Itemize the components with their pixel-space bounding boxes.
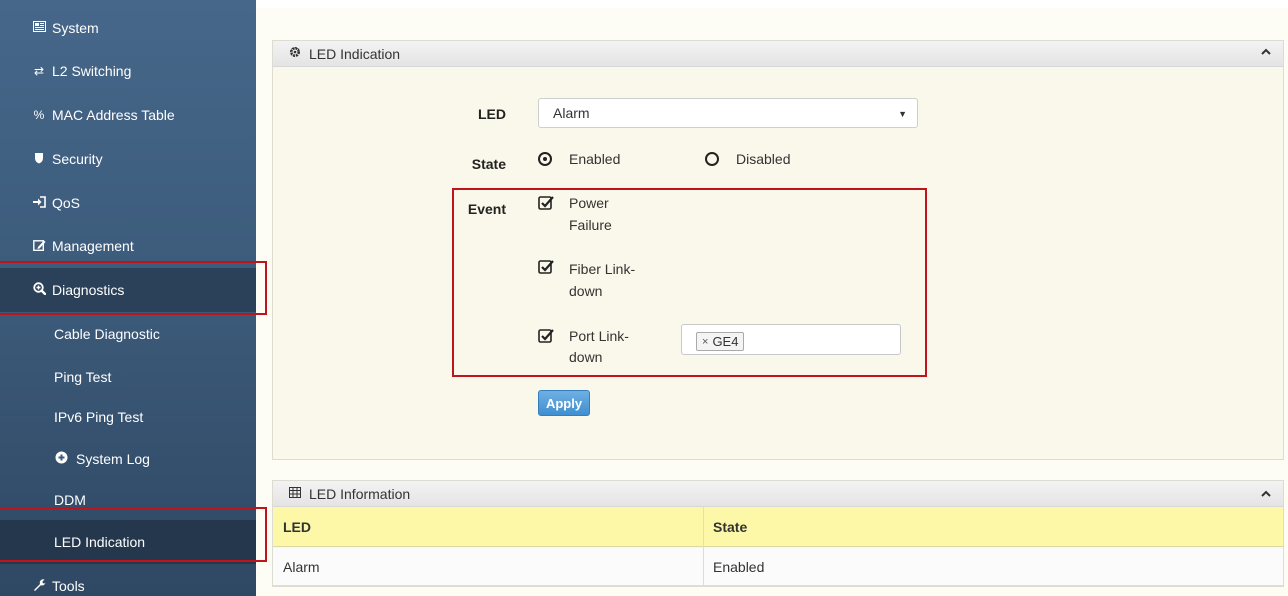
sidebar-item-ddm[interactable]: DDM — [0, 478, 256, 522]
led-information-panel-header[interactable]: LED Information — [273, 481, 1283, 507]
sidebar-item-system-log[interactable]: System Log — [0, 437, 256, 481]
edit-icon — [32, 239, 46, 254]
sidebar-item-label: Management — [52, 238, 134, 254]
panel-title: LED Indication — [309, 45, 401, 62]
sidebar-item-label: DDM — [54, 492, 86, 508]
table-cell-led: Alarm — [283, 558, 320, 575]
sidebar-item-label: Cable Diagnostic — [54, 326, 160, 342]
sidebar-item-system[interactable]: System — [0, 6, 256, 50]
caret-down-icon: ▼ — [898, 109, 907, 119]
port-tag-label: GE4 — [712, 334, 739, 349]
table-header-led: LED — [283, 518, 311, 535]
system-icon — [32, 21, 46, 35]
sidebar-item-label: Diagnostics — [52, 282, 125, 298]
port-link-down-checkbox[interactable] — [538, 328, 554, 344]
power-failure-label-line2: Failure — [569, 217, 612, 233]
sidebar-item-tools[interactable]: Tools — [0, 564, 256, 596]
port-link-down-label-line2: down — [569, 349, 603, 365]
table-header-state: State — [713, 518, 748, 535]
sidebar-item-led-indication[interactable]: LED Indication — [0, 520, 256, 564]
panel-title: LED Information — [309, 485, 411, 502]
sidebar-item-qos[interactable]: QoS — [0, 181, 256, 225]
table-row: Alarm Enabled — [273, 548, 1283, 586]
event-label: Event — [467, 201, 506, 217]
led-indication-panel-header[interactable]: LED Indication — [273, 41, 1283, 67]
wrench-icon — [32, 578, 46, 594]
table-cell-state: Enabled — [713, 558, 765, 575]
sidebar-item-management[interactable]: Management — [0, 224, 256, 268]
gear-icon — [289, 46, 301, 61]
port-link-down-label-line1: Port Link- — [569, 328, 629, 344]
sidebar-item-security[interactable]: Security — [0, 137, 256, 181]
link-icon: % — [33, 108, 45, 122]
table-icon — [289, 486, 301, 501]
sidebar-item-label: Ping Test — [54, 369, 112, 385]
table-header-row: LED State — [273, 507, 1283, 547]
fiber-link-down-label-line2: down — [569, 283, 603, 299]
state-label: State — [471, 156, 506, 172]
power-failure-checkbox[interactable] — [538, 195, 554, 211]
led-select-value: Alarm — [553, 105, 590, 121]
sidebar-item-ipv6-ping-test[interactable]: IPv6 Ping Test — [0, 395, 256, 439]
plus-circle-icon — [54, 451, 68, 467]
shield-icon — [32, 152, 46, 167]
search-plus-icon — [32, 282, 46, 298]
table-column-divider — [703, 507, 704, 587]
fiber-link-down-checkbox[interactable] — [538, 259, 554, 275]
sidebar-item-diagnostics[interactable]: Diagnostics — [0, 268, 256, 312]
sidebar-item-label: IPv6 Ping Test — [54, 409, 144, 425]
top-strip — [256, 0, 1288, 8]
state-enabled-radio[interactable] — [538, 152, 552, 166]
sidebar-item-label: System — [52, 20, 99, 36]
fiber-link-down-label-line1: Fiber Link- — [569, 261, 636, 277]
sidebar-item-label: LED Indication — [54, 534, 146, 550]
port-select-input[interactable]: × GE4 — [681, 324, 901, 355]
apply-button[interactable]: Apply — [538, 390, 590, 416]
port-tag[interactable]: × GE4 — [696, 332, 745, 351]
sidebar-item-label: L2 Switching — [52, 63, 132, 79]
led-select[interactable]: Alarm ▼ — [538, 98, 918, 128]
sidebar-item-mac-address-table[interactable]: % MAC Address Table — [0, 93, 256, 137]
sign-in-icon — [32, 195, 46, 211]
sidebar-item-label: QoS — [52, 195, 81, 211]
sidebar-item-label: System Log — [76, 451, 150, 467]
power-failure-label-line1: Power — [569, 195, 609, 211]
sidebar-item-label: Security — [52, 151, 103, 167]
switch-arrows-icon: ⇄ — [33, 64, 45, 78]
state-disabled-radio[interactable] — [705, 152, 719, 166]
sidebar-item-ping-test[interactable]: Ping Test — [0, 355, 256, 399]
sidebar-item-l2-switching[interactable]: ⇄ L2 Switching — [0, 49, 256, 93]
chevron-up-icon[interactable] — [1259, 45, 1273, 59]
remove-tag-icon[interactable]: × — [702, 336, 708, 348]
state-enabled-label: Enabled — [569, 151, 621, 167]
sidebar-item-label: Tools — [52, 578, 85, 594]
sidebar-item-label: MAC Address Table — [52, 107, 175, 123]
chevron-up-icon[interactable] — [1259, 487, 1273, 501]
led-label: LED — [478, 106, 506, 122]
state-disabled-label: Disabled — [736, 151, 791, 167]
sidebar-item-cable-diagnostic[interactable]: Cable Diagnostic — [0, 312, 256, 356]
